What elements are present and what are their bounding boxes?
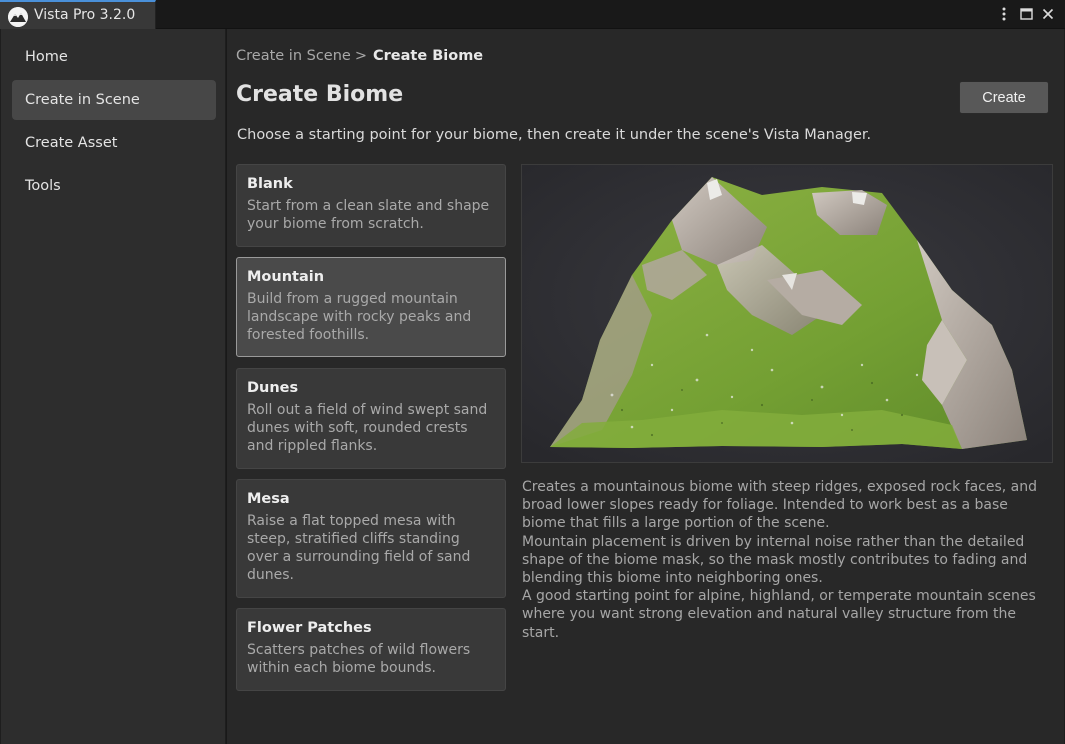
details-paragraph: Mountain placement is driven by internal… <box>522 533 1028 587</box>
details-paragraph: A good starting point for alpine, highla… <box>522 588 1036 641</box>
create-button[interactable]: Create <box>959 81 1049 114</box>
vista-logo-icon <box>8 7 28 27</box>
details-paragraph: Creates a mountainous biome with steep r… <box>522 479 1037 532</box>
maximize-icon[interactable] <box>1017 4 1035 24</box>
window-tab[interactable]: Vista Pro 3.2.0 <box>0 0 156 29</box>
window-controls <box>995 4 1057 24</box>
sidebar: Home Create in Scene Create Asset Tools <box>0 29 226 744</box>
template-description: Scatters patches of wild flowers within … <box>247 642 471 676</box>
template-details: Creates a mountainous biome with steep r… <box>522 478 1054 642</box>
biome-preview-image <box>521 164 1053 463</box>
template-card-dunes[interactable]: Dunes Roll out a field of wind swept san… <box>236 368 506 469</box>
template-card-flower-patches[interactable]: Flower Patches Scatters patches of wild … <box>236 608 506 691</box>
breadcrumb-current: Create Biome <box>372 48 484 64</box>
sidebar-item-tools[interactable]: Tools <box>12 166 216 206</box>
template-card-blank[interactable]: Blank Start from a clean slate and shape… <box>236 164 506 247</box>
breadcrumb: Create in Scene > Create Biome <box>236 48 483 64</box>
template-description: Roll out a field of wind swept sand dune… <box>247 402 488 454</box>
sidebar-item-create-asset[interactable]: Create Asset <box>12 123 216 163</box>
template-title: Dunes <box>247 380 299 396</box>
title-bar: Vista Pro 3.2.0 <box>0 0 1065 29</box>
template-title: Mesa <box>247 491 290 507</box>
sidebar-item-label: Create Asset <box>25 135 118 151</box>
template-description: Build from a rugged mountain landscape w… <box>247 291 472 343</box>
close-icon[interactable] <box>1039 4 1057 24</box>
page-subtitle: Choose a starting point for your biome, … <box>237 127 872 143</box>
window-title: Vista Pro 3.2.0 <box>34 7 136 23</box>
breadcrumb-parent[interactable]: Create in Scene <box>236 48 351 64</box>
sidebar-item-create-in-scene[interactable]: Create in Scene <box>12 80 216 120</box>
sidebar-item-label: Home <box>25 49 68 65</box>
breadcrumb-separator: > <box>354 48 367 64</box>
sidebar-item-label: Tools <box>25 178 61 194</box>
template-card-mountain[interactable]: Mountain Build from a rugged mountain la… <box>236 257 506 357</box>
template-description: Start from a clean slate and shape your … <box>247 198 490 232</box>
template-description: Raise a flat topped mesa with steep, str… <box>247 513 471 583</box>
template-title: Flower Patches <box>247 620 372 636</box>
template-card-mesa[interactable]: Mesa Raise a flat topped mesa with steep… <box>236 479 506 598</box>
kebab-menu-icon[interactable] <box>995 4 1013 24</box>
page-title: Create Biome <box>236 82 404 107</box>
template-title: Blank <box>247 176 293 192</box>
sidebar-item-label: Create in Scene <box>25 92 140 108</box>
template-title: Mountain <box>247 269 325 285</box>
main-panel: Create in Scene > Create Biome Create Biom… <box>227 29 1065 744</box>
sidebar-item-home[interactable]: Home <box>12 37 216 77</box>
